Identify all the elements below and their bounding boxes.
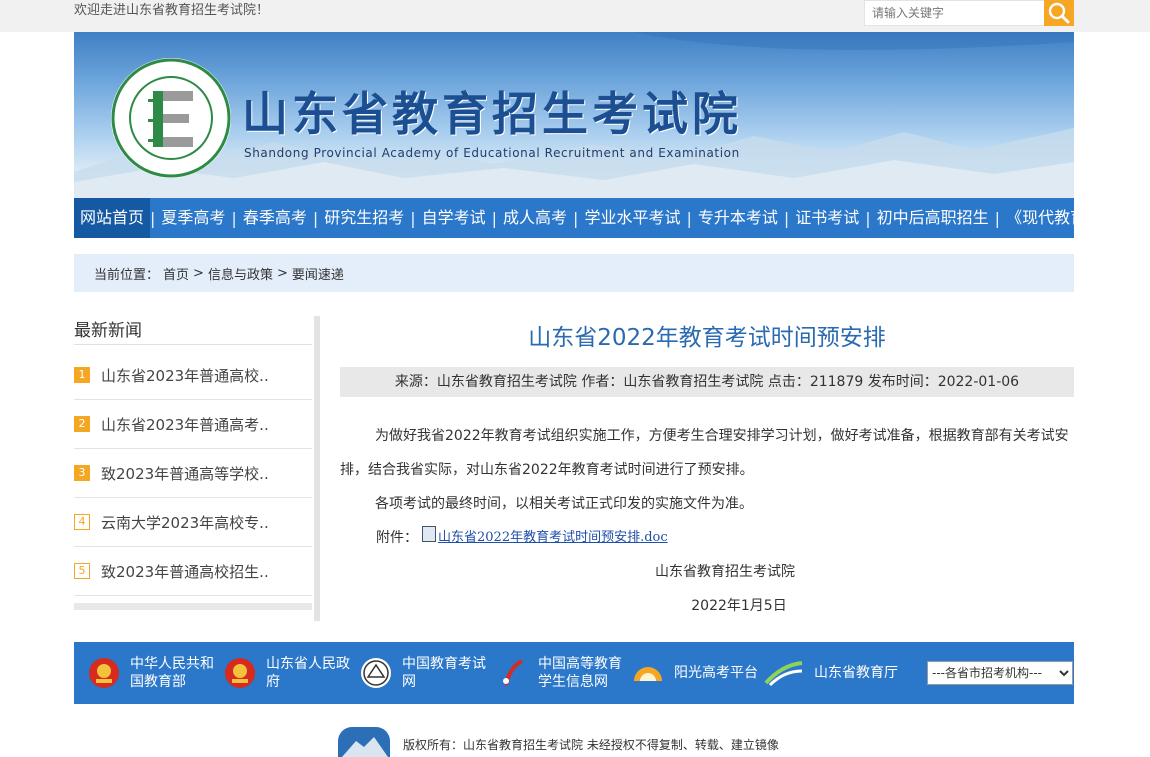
province-exam-org-select[interactable]: ---各省市招考机构--- xyxy=(927,661,1073,685)
article-signature: 山东省教育招生考试院 xyxy=(655,564,795,580)
attachment-label: 附件： xyxy=(376,530,418,546)
footer-link-label: 中华人民共和国教育部 xyxy=(130,656,214,690)
article-date: 2022年1月5日 xyxy=(691,598,787,614)
attachment-link[interactable]: 山东省2022年教育考试时间预安排.doc xyxy=(438,521,668,555)
sidebar-footer-bar xyxy=(74,603,312,610)
news-item[interactable]: 4 云南大学2023年高校专.. xyxy=(74,498,312,547)
news-item[interactable]: 3 致2023年普通高等学校.. xyxy=(74,449,312,498)
neea-logo-icon xyxy=(361,658,391,688)
chsi-logo-icon xyxy=(503,659,523,686)
attachment-row: 附件： 山东省2022年教育考试时间预安排.doc xyxy=(376,521,668,555)
article-paragraph: 为做好我省2022年教育考试组织实施工作，方便考生合理安排学习计划，做好考试准备… xyxy=(340,428,1069,478)
nav-item-self-study[interactable]: 自学考试 xyxy=(416,198,492,238)
sidebar-title: 最新新闻 xyxy=(74,321,142,341)
nav-separator: | xyxy=(150,208,156,228)
breadcrumb: 当前位置： 首页 > 信息与政策 > 要闻速递 xyxy=(74,254,1074,292)
nav-item-proficiency[interactable]: 学业水平考试 xyxy=(578,198,686,238)
news-rank-badge: 4 xyxy=(74,514,90,530)
nav-item-certificate[interactable]: 证书考试 xyxy=(789,198,865,238)
nav-separator: | xyxy=(783,208,790,228)
nav-item-graduate[interactable]: 研究生招考 xyxy=(318,198,410,238)
nav-separator: | xyxy=(686,208,692,228)
news-item[interactable]: 5 致2023年普通高校招生.. xyxy=(74,547,312,596)
news-item[interactable]: 2 山东省2023年普通高考.. xyxy=(74,400,312,449)
breadcrumb-info-policy[interactable]: 信息与政策 xyxy=(208,264,273,283)
nav-separator: | xyxy=(573,208,579,228)
footer-link-label: 山东省人民政府 xyxy=(266,656,350,690)
nav-item-adult-exam[interactable]: 成人高考 xyxy=(497,198,573,238)
footer-link-chsi[interactable]: 中国高等教育学生信息网 xyxy=(496,642,628,704)
academy-logo xyxy=(110,57,232,179)
breadcrumb-separator: > xyxy=(193,265,204,281)
nav-item-spring-exam[interactable]: 春季高考 xyxy=(237,198,313,238)
header-banner: 山东省教育招生考试院 Shandong Provincial Academy o… xyxy=(74,32,1074,198)
nav-separator: | xyxy=(410,208,416,228)
divider xyxy=(74,344,312,345)
site-title: 山东省教育招生考试院 xyxy=(242,87,742,141)
footer-link-shandong-gov[interactable]: 山东省人民政府 xyxy=(224,642,352,704)
nav-separator: | xyxy=(491,208,498,228)
breadcrumb-news[interactable]: 要闻速递 xyxy=(292,264,344,283)
footer-link-label: 中国教育考试网 xyxy=(402,656,486,690)
nav-separator: | xyxy=(231,208,237,228)
footer-logo xyxy=(338,727,390,757)
footer-link-label: 中国高等教育学生信息网 xyxy=(538,656,622,690)
nav-separator: | xyxy=(994,208,1001,228)
nav-item-upgrade[interactable]: 专升本考试 xyxy=(692,198,784,238)
emblem-icon xyxy=(89,658,119,688)
search-icon xyxy=(1048,2,1070,24)
news-rank-badge: 5 xyxy=(74,563,90,579)
sun-logo-icon xyxy=(634,667,662,681)
sidebar-border xyxy=(314,316,320,621)
article-title: 山东省2022年教育考试时间预安排 xyxy=(528,325,886,351)
news-item[interactable]: 1 山东省2023年普通高校.. xyxy=(74,351,312,400)
main-nav: 网站首页 | 夏季高考 | 春季高考 | 研究生招考 | 自学考试 | 成人高考… xyxy=(74,198,1102,238)
nav-item-summer-exam[interactable]: 夏季高考 xyxy=(155,198,231,238)
site-subtitle: Shandong Provincial Academy of Education… xyxy=(244,146,740,160)
footer-link-label: 山东省教育厅 xyxy=(814,665,898,681)
footer-link-moe[interactable]: 中华人民共和国教育部 xyxy=(88,642,216,704)
article-paragraph: 各项考试的最终时间，以相关考试正式印发的实施文件为准。 xyxy=(375,496,753,512)
copyright-text: 版权所有：山东省教育招生考试院 未经授权不得复制、转载、建立镜像 xyxy=(403,738,779,752)
nav-item-vocational[interactable]: 初中后高职招生 xyxy=(871,198,995,238)
welcome-text: 欢迎走进山东省教育招生考试院！ xyxy=(74,3,270,18)
article-meta: 来源：山东省教育招生考试院 作者：山东省教育招生考试院 点击：211879 发布… xyxy=(340,367,1074,397)
nav-item-home[interactable]: 网站首页 xyxy=(74,198,151,238)
breadcrumb-home[interactable]: 首页 xyxy=(163,264,189,283)
news-title[interactable]: 致2023年普通高校招生.. xyxy=(101,561,269,582)
footer-link-sdedu[interactable]: 山东省教育厅 xyxy=(764,642,898,704)
breadcrumb-prefix: 当前位置： xyxy=(94,267,160,283)
nav-item-modern-education[interactable]: 《现代教育》 xyxy=(1000,198,1108,238)
doc-file-icon xyxy=(422,526,436,542)
footer-link-label: 阳光高考平台 xyxy=(674,665,758,681)
footer-link-neea[interactable]: 中国教育考试网 xyxy=(360,642,488,704)
sdedu-logo-icon xyxy=(764,661,803,687)
footer-link-sunshine[interactable]: 阳光高考平台 xyxy=(632,642,758,704)
news-title[interactable]: 山东省2023年普通高考.. xyxy=(101,414,269,435)
news-title[interactable]: 致2023年普通高等学校.. xyxy=(101,463,269,484)
search-input[interactable] xyxy=(870,2,1044,24)
news-title[interactable]: 山东省2023年普通高校.. xyxy=(101,365,269,386)
nav-separator: | xyxy=(865,208,871,228)
news-rank-badge: 1 xyxy=(74,367,90,383)
emblem-icon xyxy=(225,658,255,688)
news-title[interactable]: 云南大学2023年高校专.. xyxy=(101,512,269,533)
news-rank-badge: 2 xyxy=(74,416,90,432)
search-button[interactable] xyxy=(1044,0,1074,26)
breadcrumb-separator: > xyxy=(276,265,288,281)
nav-separator: | xyxy=(312,208,319,228)
news-rank-badge: 3 xyxy=(74,465,90,481)
